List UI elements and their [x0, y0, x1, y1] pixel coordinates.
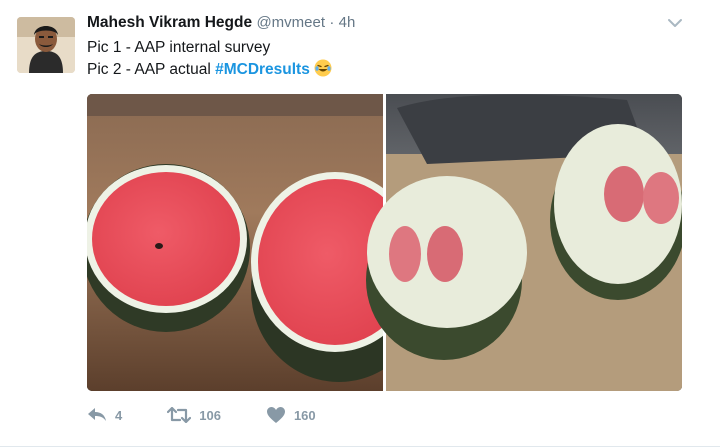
retweet-count: 106	[199, 407, 221, 423]
tweet-media[interactable]	[87, 94, 682, 391]
tweet-line-2: Pic 2 - AAP actual #MCDresults	[87, 59, 332, 81]
author-name[interactable]: Mahesh Vikram Hegde	[87, 14, 252, 31]
retweet-icon	[167, 407, 192, 423]
tweet-line-2-text: Pic 2 - AAP actual	[87, 61, 216, 78]
author-handle[interactable]: @mvmeet	[256, 14, 325, 31]
tweet-card[interactable]: Mahesh Vikram Hegde @mvmeet · 4h Pic 1 -…	[0, 0, 720, 447]
reply-count: 4	[115, 407, 123, 423]
tweet-text: Pic 1 - AAP internal survey Pic 2 - AAP …	[87, 37, 332, 81]
heart-icon	[266, 406, 286, 424]
avatar[interactable]	[17, 17, 75, 73]
tweet-actions: 4 106 160	[87, 404, 316, 426]
separator-dot: ·	[329, 14, 335, 31]
tweet-timestamp[interactable]: 4h	[339, 14, 356, 31]
photo-white-watermelons	[366, 94, 682, 391]
chevron-down-icon[interactable]	[664, 13, 686, 33]
like-button[interactable]: 160	[266, 406, 316, 424]
retweet-button[interactable]: 106	[167, 407, 221, 423]
reply-button[interactable]: 4	[87, 407, 122, 423]
face-with-tears-of-joy-icon	[314, 59, 332, 77]
reply-icon	[87, 407, 107, 423]
tweet-line-1: Pic 1 - AAP internal survey	[87, 39, 271, 56]
like-count: 160	[293, 407, 316, 423]
tweet-header: Mahesh Vikram Hegde @mvmeet · 4h	[87, 13, 355, 33]
hashtag-link[interactable]: #MCDresults	[215, 61, 310, 78]
